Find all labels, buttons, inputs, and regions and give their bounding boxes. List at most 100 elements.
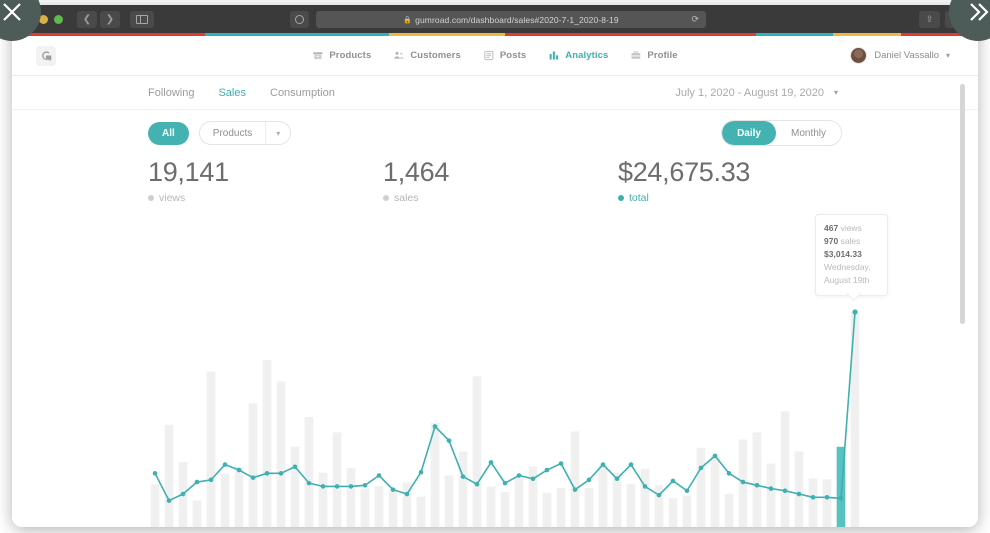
chart-point <box>348 484 354 489</box>
lock-icon: 🔒 <box>403 16 413 24</box>
stat-views-label: views <box>159 192 186 204</box>
chart-bar <box>346 467 356 527</box>
chart-bar <box>374 486 384 527</box>
chart-point <box>698 465 704 471</box>
gumroad-logo[interactable] <box>36 45 56 66</box>
chart-point <box>558 461 564 466</box>
tooltip-date-line2: August 19th <box>824 275 870 285</box>
post-icon <box>483 50 493 61</box>
chart-point <box>446 438 452 443</box>
chart-bar <box>752 432 762 527</box>
chart-point <box>516 473 522 478</box>
chart-bar <box>248 403 258 527</box>
chart-bar <box>234 466 244 527</box>
chart-point <box>782 488 788 494</box>
chart-point <box>460 474 466 479</box>
chart-bar <box>164 424 174 527</box>
chart-bar <box>458 451 468 527</box>
chart-point <box>726 471 732 476</box>
page-scrollbar[interactable] <box>960 84 965 324</box>
sub-nav: Following Sales Consumption July 1, 2020… <box>12 76 978 110</box>
chart-point <box>404 491 410 497</box>
reload-icon[interactable]: ⟳ <box>691 14 699 25</box>
chart-point <box>250 475 256 480</box>
screen: ❮ ❯ 🔒 gumroad.com/dashboard/sales#2020-7… <box>0 0 990 533</box>
toggle-monthly[interactable]: Monthly <box>776 121 841 145</box>
date-range-picker[interactable]: July 1, 2020 - August 19, 2020 ▾ <box>675 87 838 99</box>
box-icon <box>313 52 323 60</box>
chart-point <box>292 464 298 470</box>
nav-label-customers: Customers <box>410 50 461 61</box>
stat-total-value: $24,675.33 <box>618 157 751 187</box>
sidebar-toggle-button[interactable] <box>130 10 154 28</box>
nav-label-products: Products <box>329 50 372 61</box>
chart-bar <box>668 498 678 527</box>
privacy-shield-button[interactable] <box>290 11 309 28</box>
nav-item-posts[interactable]: Posts <box>483 50 526 61</box>
chart-bar <box>584 488 594 527</box>
tab-following[interactable]: Following <box>148 87 194 99</box>
chart-bar <box>696 447 706 527</box>
url-text: gumroad.com/dashboard/sales#2020-7-1_202… <box>415 14 619 25</box>
products-filter-label: Products <box>212 127 253 139</box>
chart-bar <box>360 488 370 527</box>
products-filter-dropdown[interactable]: Products ▾ <box>198 121 292 145</box>
chart-point <box>796 491 802 497</box>
chart-bar <box>626 484 636 527</box>
tooltip-views-value: 467 <box>824 223 839 233</box>
address-bar[interactable]: 🔒 gumroad.com/dashboard/sales#2020-7-1_2… <box>316 11 706 28</box>
chart-bar <box>766 463 776 527</box>
main-nav: Products Customers Posts Analytics Profi… <box>312 50 678 61</box>
nav-item-profile[interactable]: Profile <box>630 50 678 61</box>
browser-toolbar: ❮ ❯ 🔒 gumroad.com/dashboard/sales#2020-7… <box>12 5 978 33</box>
chart-point <box>418 469 424 475</box>
chart-point <box>824 495 830 500</box>
maximize-window-button[interactable] <box>54 14 63 24</box>
stat-total: $24,675.33 total <box>618 156 750 204</box>
chart-point <box>544 467 550 473</box>
chart-bar <box>318 472 328 527</box>
chart-point <box>810 495 816 500</box>
chart-bar <box>472 376 482 527</box>
forward-button[interactable]: ❯ <box>100 10 120 28</box>
close-icon <box>3 3 21 21</box>
chart-bar <box>598 465 608 527</box>
nav-item-analytics[interactable]: Analytics <box>548 50 608 61</box>
chart-bar <box>220 473 230 527</box>
chart-bar <box>192 500 202 527</box>
chart-canvas[interactable] <box>148 304 862 527</box>
chart-bar <box>710 455 720 527</box>
tab-consumption[interactable]: Consumption <box>270 87 335 99</box>
chevron-down-icon[interactable]: ▾ <box>266 122 290 144</box>
nav-item-customers[interactable]: Customers <box>393 50 461 61</box>
chart-point <box>572 487 578 492</box>
tab-sales[interactable]: Sales <box>218 87 246 99</box>
summary-stats: 19,141 views 1,464 sales $24,675.33 tota… <box>12 156 978 218</box>
stat-sales-label: sales <box>394 192 419 204</box>
share-icon[interactable]: ⇪ <box>919 11 940 28</box>
privacy-shield-icon <box>295 15 304 24</box>
filter-all-button[interactable]: All <box>148 121 189 145</box>
chart-point <box>586 477 592 483</box>
nav-item-products[interactable]: Products <box>312 50 371 61</box>
analytics-chart[interactable] <box>148 304 862 527</box>
chart-bar <box>206 371 216 527</box>
chart-point <box>264 471 270 476</box>
user-name: Daniel Vassallo <box>874 50 939 61</box>
chart-point <box>390 487 396 492</box>
briefcase-icon <box>631 51 641 59</box>
chart-bar <box>486 486 496 527</box>
chart-bar <box>822 479 832 527</box>
chart-bar <box>332 432 342 527</box>
tooltip-amount: $3,014.33 <box>824 249 862 259</box>
chart-point <box>656 492 662 498</box>
dot-icon <box>148 195 154 201</box>
chart-point <box>614 476 620 482</box>
granularity-toggle[interactable]: Daily Monthly <box>721 120 842 146</box>
chart-bar <box>262 359 272 527</box>
toggle-daily[interactable]: Daily <box>722 121 776 145</box>
date-range-text: July 1, 2020 - August 19, 2020 <box>675 86 824 99</box>
back-button[interactable]: ❮ <box>77 10 97 28</box>
user-menu[interactable]: Daniel Vassallo ▾ <box>850 47 950 64</box>
nav-label-profile: Profile <box>647 50 678 61</box>
